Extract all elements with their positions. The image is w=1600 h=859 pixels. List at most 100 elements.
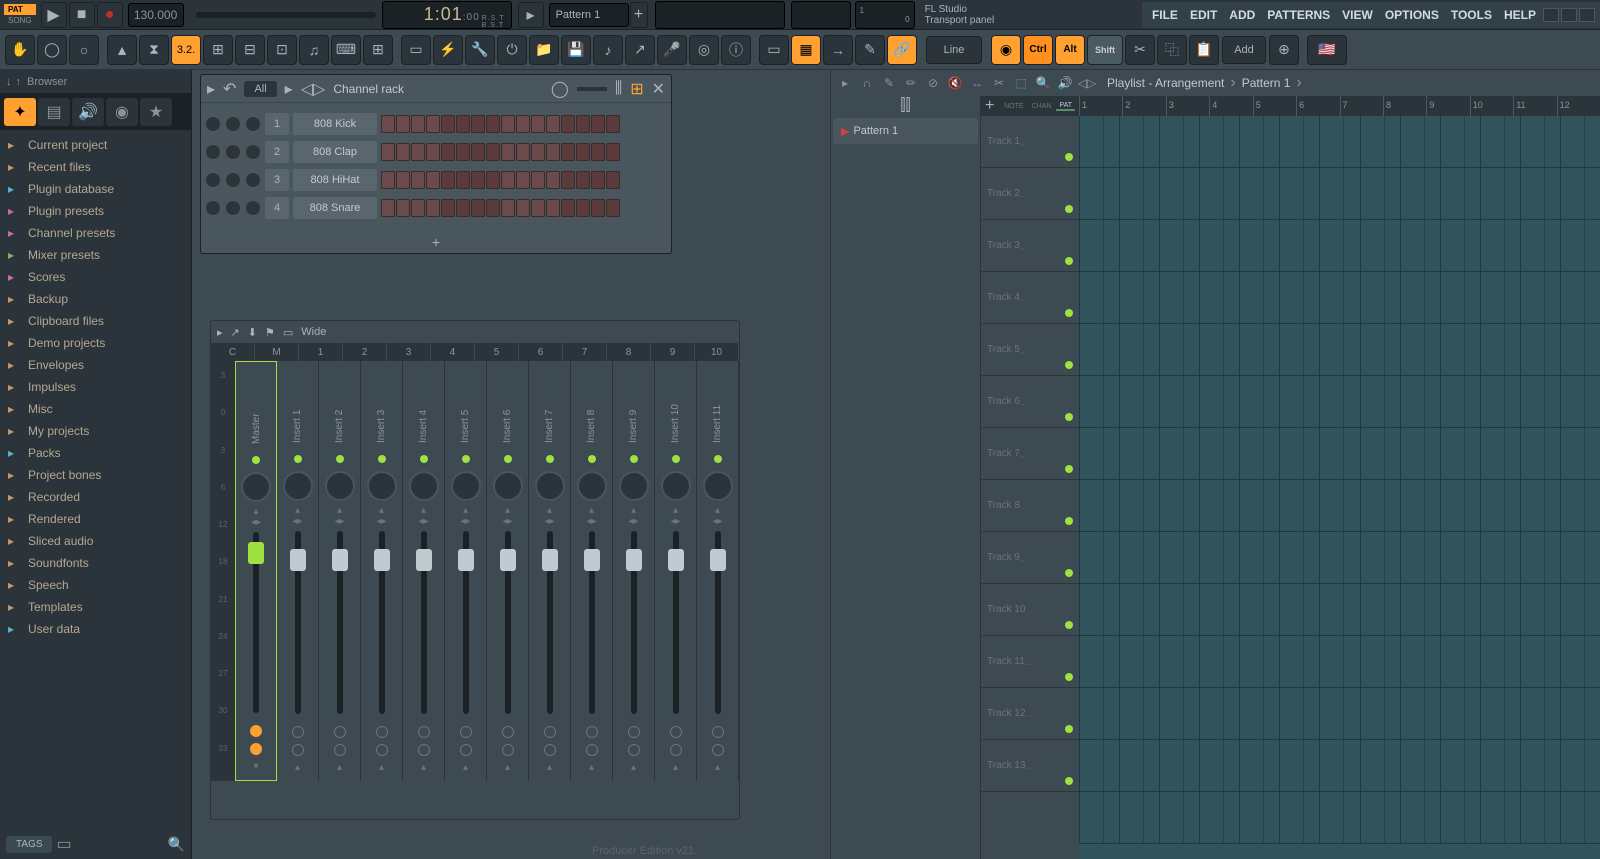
send-dot[interactable] xyxy=(586,744,598,756)
step-button[interactable] xyxy=(576,143,590,161)
track-header-row[interactable]: Track 11... xyxy=(981,636,1079,688)
step-button[interactable] xyxy=(456,115,470,133)
track-enable-led[interactable] xyxy=(294,455,302,463)
step-button[interactable] xyxy=(546,143,560,161)
mixer-menu-icon[interactable]: ▸ xyxy=(217,326,223,339)
browser-item[interactable]: ▸My projects xyxy=(0,420,191,442)
route-icon[interactable]: ▴ xyxy=(463,762,468,773)
step-button[interactable] xyxy=(381,143,395,161)
vol-knob[interactable] xyxy=(245,116,261,132)
grid-track-row[interactable] xyxy=(1079,740,1600,792)
pan-knob[interactable] xyxy=(225,172,241,188)
track-mute-led[interactable] xyxy=(1065,569,1073,577)
track-enable-led[interactable] xyxy=(420,455,428,463)
menu-add[interactable]: ADD xyxy=(1223,8,1261,22)
pan-knob[interactable] xyxy=(241,472,271,502)
ruler-mark[interactable]: 11 xyxy=(1513,96,1556,116)
pl-slip-icon[interactable]: ↔ xyxy=(967,73,987,93)
forward-icon[interactable]: ↑ xyxy=(16,76,22,88)
step-button[interactable] xyxy=(531,115,545,133)
grid-track-row[interactable] xyxy=(1079,532,1600,584)
pan-knob[interactable] xyxy=(661,471,691,501)
fx-enable[interactable] xyxy=(334,726,346,738)
track-mute-led[interactable] xyxy=(1065,673,1073,681)
typing-keyboard-icon[interactable]: ⌨ xyxy=(331,35,361,65)
save-icon[interactable]: 💾 xyxy=(561,35,591,65)
browser-item[interactable]: ▸Clipboard files xyxy=(0,310,191,332)
browser-item[interactable]: ▸Channel presets xyxy=(0,222,191,244)
pl-select-icon[interactable]: ⬚ xyxy=(1011,73,1031,93)
step-button[interactable] xyxy=(516,115,530,133)
browser-item[interactable]: ▸Rendered xyxy=(0,508,191,530)
stereo-sep[interactable]: ▴◂▸ xyxy=(334,505,344,527)
channel-name[interactable]: 808 Snare xyxy=(293,197,377,219)
cr-filter-menu-icon[interactable]: ▸ xyxy=(285,79,293,99)
pan-knob[interactable] xyxy=(225,116,241,132)
countdown-icon[interactable]: 3.2. xyxy=(171,35,201,65)
track-mute-led[interactable] xyxy=(1065,361,1073,369)
track-header-row[interactable]: Track 2... xyxy=(981,168,1079,220)
copy-icon[interactable]: ⿻ xyxy=(1157,35,1187,65)
stereo-sep[interactable]: ▴◂▸ xyxy=(628,505,638,527)
browser-item[interactable]: ▸Mixer presets xyxy=(0,244,191,266)
mixer-ruler-cell[interactable]: 5 xyxy=(475,343,519,361)
fader-handle[interactable] xyxy=(290,549,306,571)
fx-enable[interactable] xyxy=(418,726,430,738)
pl-delete-icon[interactable]: ⊘ xyxy=(923,73,943,93)
step-button[interactable] xyxy=(531,199,545,217)
fader-slot[interactable] xyxy=(337,531,343,714)
mixer-ruler-cell[interactable]: 10 xyxy=(695,343,739,361)
step-button[interactable] xyxy=(426,199,440,217)
step-button[interactable] xyxy=(396,143,410,161)
step-button[interactable] xyxy=(411,143,425,161)
fader-handle[interactable] xyxy=(458,549,474,571)
step-button[interactable] xyxy=(486,115,500,133)
browser-item[interactable]: ▸Plugin database xyxy=(0,178,191,200)
step-button[interactable] xyxy=(546,115,560,133)
ruler-mark[interactable]: 8 xyxy=(1383,96,1426,116)
track-header-row[interactable]: Track 1... xyxy=(981,116,1079,168)
track-mute-led[interactable] xyxy=(1065,517,1073,525)
pan-knob[interactable] xyxy=(409,471,439,501)
track-enable-led[interactable] xyxy=(462,455,470,463)
mixer-insert-track[interactable]: Insert 10▴◂▸▴ xyxy=(655,361,697,781)
mixer-wide-icon[interactable]: ▭ xyxy=(283,326,293,339)
mixer-insert-track[interactable]: Insert 6▴◂▸▴ xyxy=(487,361,529,781)
grid-track-row[interactable] xyxy=(1079,116,1600,168)
ruler-mark[interactable]: 9 xyxy=(1426,96,1469,116)
track-enable-led[interactable] xyxy=(714,455,722,463)
step-button[interactable] xyxy=(501,199,515,217)
route-icon[interactable]: ▴ xyxy=(631,762,636,773)
pattern-prev-button[interactable]: ▸ xyxy=(518,2,544,28)
step-button[interactable] xyxy=(501,143,515,161)
mixer-insert-track[interactable]: Insert 8▴◂▸▴ xyxy=(571,361,613,781)
menu-tools[interactable]: TOOLS xyxy=(1445,8,1498,22)
step-button[interactable] xyxy=(501,171,515,189)
pan-knob[interactable] xyxy=(451,471,481,501)
grid-track-row[interactable] xyxy=(1079,220,1600,272)
fader-handle[interactable] xyxy=(248,542,264,564)
main-volume-slider[interactable] xyxy=(196,12,376,18)
browser-item[interactable]: ▸Speech xyxy=(0,574,191,596)
pl-mute-icon[interactable]: 🔇 xyxy=(945,73,965,93)
mixer-link-icon[interactable]: ↗ xyxy=(231,326,240,339)
step-button[interactable] xyxy=(606,115,620,133)
fader-handle[interactable] xyxy=(542,549,558,571)
track-enable-led[interactable] xyxy=(630,455,638,463)
channel-name[interactable]: 808 Clap xyxy=(293,141,377,163)
track-enable-led[interactable] xyxy=(252,456,260,464)
step-button[interactable] xyxy=(456,143,470,161)
ruler-mark[interactable]: 1 xyxy=(1079,96,1122,116)
stereo-sep[interactable]: ▴◂▸ xyxy=(251,506,261,528)
song-mode[interactable]: SONG xyxy=(4,15,36,26)
route-icon[interactable]: ▴ xyxy=(337,762,342,773)
stereo-sep[interactable]: ▴◂▸ xyxy=(418,505,428,527)
grid-track-row[interactable] xyxy=(1079,168,1600,220)
send-dot[interactable] xyxy=(418,744,430,756)
step-button[interactable] xyxy=(561,143,575,161)
fader-slot[interactable] xyxy=(547,531,553,714)
step-button[interactable] xyxy=(456,199,470,217)
pl-zoom-icon[interactable]: 🔍 xyxy=(1033,73,1053,93)
mixer-insert-track[interactable]: Insert 3▴◂▸▴ xyxy=(361,361,403,781)
track-header-row[interactable]: Track 4... xyxy=(981,272,1079,324)
